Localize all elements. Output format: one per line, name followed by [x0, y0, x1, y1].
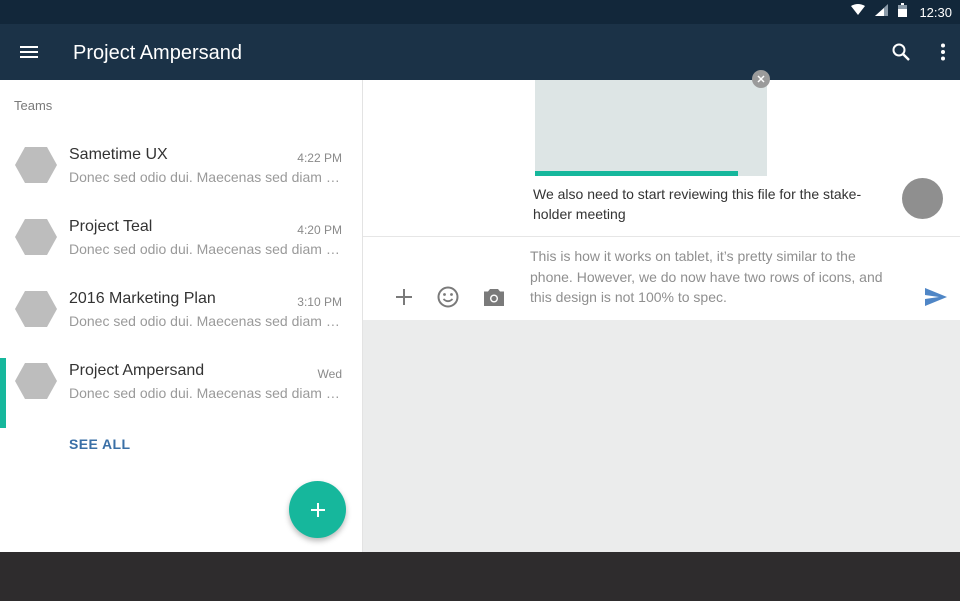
search-button[interactable] — [882, 33, 920, 71]
team-item-sametime-ux[interactable]: Sametime UX 4:22 PM Donec sed odio dui. … — [0, 130, 363, 202]
signal-icon — [875, 3, 889, 21]
team-time: 3:10 PM — [297, 295, 342, 309]
team-name: Sametime UX — [69, 146, 168, 163]
team-item-project-teal[interactable]: Project Teal 4:20 PM Donec sed odio dui.… — [0, 202, 363, 274]
emoji-icon — [437, 286, 459, 308]
new-team-fab[interactable] — [289, 481, 346, 538]
battery-icon — [898, 2, 908, 22]
app-bar: Project Ampersand — [0, 24, 960, 80]
team-avatar — [15, 219, 57, 255]
camera-icon — [484, 289, 504, 306]
avatar[interactable] — [902, 178, 943, 219]
teams-heading: Teams — [14, 98, 53, 113]
navigation-bar — [0, 552, 960, 601]
add-icon — [310, 502, 325, 517]
close-icon — [757, 75, 765, 83]
send-button[interactable] — [922, 284, 950, 310]
team-preview: Donec sed odio dui. Maecenas sed diam eg… — [69, 313, 341, 329]
message-input[interactable]: This is how it works on tablet, it’s pre… — [530, 246, 900, 308]
remove-attachment-button[interactable] — [752, 70, 770, 88]
teams-panel: Teams Sametime UX 4:22 PM Donec sed odio… — [0, 80, 363, 552]
team-name: Project Ampersand — [69, 362, 205, 379]
team-list: Sametime UX 4:22 PM Donec sed odio dui. … — [0, 130, 363, 428]
message-composer: This is how it works on tablet, it’s pre… — [363, 237, 960, 320]
team-avatar — [15, 363, 57, 399]
team-preview: Donec sed odio dui. Maecenas sed diam eg… — [69, 169, 341, 185]
emoji-button[interactable] — [435, 284, 461, 310]
upload-progress-bar — [535, 171, 738, 176]
menu-button[interactable] — [10, 33, 48, 71]
team-avatar — [15, 291, 57, 327]
menu-icon — [20, 46, 38, 58]
attach-button[interactable] — [391, 284, 417, 310]
attachment-preview[interactable] — [535, 80, 767, 176]
see-all-link[interactable]: SEE ALL — [69, 436, 130, 452]
team-time: 4:22 PM — [297, 151, 342, 165]
team-preview: Donec sed odio dui. Maecenas sed diam eg… — [69, 241, 341, 257]
add-icon — [396, 289, 412, 305]
send-icon — [925, 288, 947, 306]
message-text: We also need to start reviewing this fil… — [533, 186, 862, 222]
search-icon — [892, 43, 910, 61]
message-block: We also need to start reviewing this fil… — [363, 70, 960, 237]
more-options-button[interactable] — [924, 33, 960, 71]
team-preview: Donec sed odio dui. Maecenas sed diam eg… — [69, 385, 341, 401]
app-title: Project Ampersand — [73, 42, 242, 64]
more-vert-icon — [941, 43, 945, 61]
status-bar: 12:30 — [0, 0, 960, 24]
team-time: Wed — [317, 367, 342, 381]
camera-button[interactable] — [481, 284, 507, 310]
status-icons: 12:30 — [851, 2, 952, 22]
team-name: Project Teal — [69, 218, 153, 235]
team-item-project-ampersand[interactable]: Project Ampersand Wed Donec sed odio dui… — [0, 346, 363, 428]
chat-area: We also need to start reviewing this fil… — [363, 70, 960, 552]
team-name: 2016 Marketing Plan — [69, 290, 216, 307]
team-time: 4:20 PM — [297, 223, 342, 237]
clock: 12:30 — [919, 4, 952, 20]
team-avatar — [15, 147, 57, 183]
wifi-icon — [851, 3, 866, 21]
team-item-2016-marketing-plan[interactable]: 2016 Marketing Plan 3:10 PM Donec sed od… — [0, 274, 363, 346]
